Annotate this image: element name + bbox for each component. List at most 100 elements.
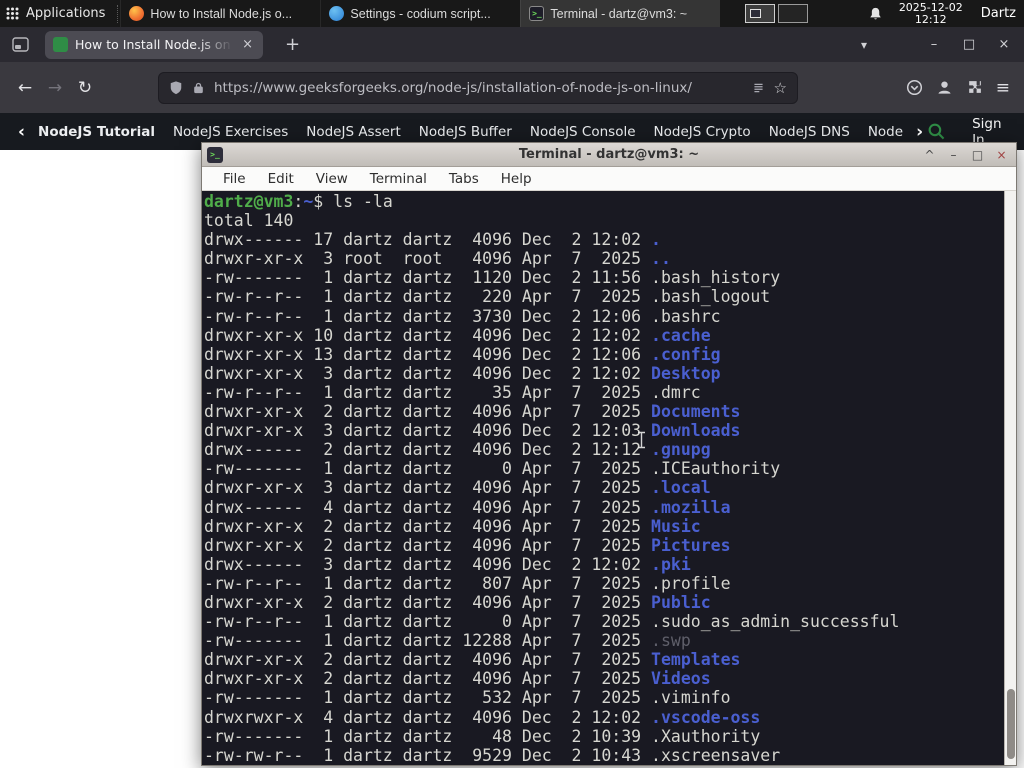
url-bar[interactable]: https://www.geeksforgeeks.org/node-js/in… — [158, 71, 798, 104]
terminal-line: drwxr-xr-x 2 dartz dartz 4096 Apr 7 2025… — [204, 669, 711, 689]
terminal-menubar: File Edit View Terminal Tabs Help — [202, 167, 1016, 191]
taskbar: Applications How to Install Node.js o...… — [0, 0, 1024, 27]
tab-nodejs-install[interactable]: How to Install Node.js on × — [45, 30, 263, 59]
nav-scroll-right-icon[interactable]: › — [912, 122, 927, 142]
desktop: Applications How to Install Node.js o...… — [0, 0, 1024, 768]
menu-help[interactable]: Help — [490, 171, 543, 187]
terminal-line: drwxr-xr-x 13 dartz dartz 4096 Dec 2 12:… — [204, 344, 721, 364]
terminal-icon: >_ — [529, 6, 545, 21]
workspace-switcher[interactable] — [744, 4, 808, 23]
tabbar-controls: ▾ – □ × — [861, 37, 1024, 52]
gfg-nav-item[interactable]: NodeJS Assert — [306, 124, 401, 140]
taskbar-window-browser[interactable]: How to Install Node.js o... — [120, 0, 320, 27]
user-menu[interactable]: Dartz — [981, 6, 1024, 21]
terminal-line: -rw-r--r-- 1 dartz dartz 35 Apr 7 2025 .… — [204, 382, 701, 402]
workspace-1[interactable] — [744, 4, 775, 23]
terminal-body: dartz@vm3:~$ ls -la total 140 drwx------ 1… — [202, 191, 1016, 765]
terminal-line: drwxr-xr-x 10 dartz dartz 4096 Dec 2 12:… — [204, 325, 711, 345]
terminal-scrollbar-thumb[interactable] — [1007, 689, 1015, 759]
terminal-line: drwxr-xr-x 2 dartz dartz 4096 Apr 7 2025… — [204, 592, 711, 612]
terminal-line: drwx------ 4 dartz dartz 4096 Apr 7 2025… — [204, 497, 731, 517]
terminal-line: -rw------- 1 dartz dartz 12288 Apr 7 202… — [204, 631, 691, 651]
nav-scroll-left-icon[interactable]: ‹ — [14, 122, 29, 142]
window-close-button[interactable]: × — [992, 37, 1016, 52]
account-icon[interactable] — [936, 79, 953, 96]
taskbar-window-terminal[interactable]: >_ Terminal - dartz@vm3: ~ — [520, 0, 721, 27]
back-button[interactable]: ← — [10, 78, 40, 98]
gfg-nav-item[interactable]: NodeJS Exercises — [173, 124, 288, 140]
new-tab-button[interactable]: + — [279, 34, 306, 55]
mini-window — [749, 9, 761, 18]
terminal-line: -rw-r--r-- 1 dartz dartz 807 Apr 7 2025 … — [204, 573, 731, 593]
task-label: Terminal - dartz@vm3: ~ — [550, 6, 688, 21]
menu-file[interactable]: File — [212, 171, 257, 187]
menu-edit[interactable]: Edit — [257, 171, 305, 187]
save-to-pocket-icon[interactable] — [906, 79, 923, 96]
terminal-maximize-button[interactable]: □ — [970, 148, 985, 162]
reader-mode-icon[interactable] — [752, 81, 765, 95]
terminal-minimize-button[interactable]: – — [946, 148, 961, 162]
applications-menu[interactable]: Applications — [0, 0, 115, 27]
codium-icon — [329, 6, 345, 21]
terminal-window-controls: ^ – □ × — [922, 148, 1016, 162]
gfg-nav-item[interactable]: NodeJS Buffer — [419, 124, 512, 140]
workspace-2[interactable] — [777, 4, 808, 23]
menu-tabs[interactable]: Tabs — [438, 171, 490, 187]
task-label: Settings - codium script... — [350, 6, 491, 21]
terminal-line: -rw------- 1 dartz dartz 532 Apr 7 2025 … — [204, 688, 731, 708]
terminal-line: -rw-r--r-- 1 dartz dartz 220 Apr 7 2025 … — [204, 287, 771, 307]
url-text[interactable]: https://www.geeksforgeeks.org/node-js/in… — [214, 80, 743, 96]
gfg-nav-item[interactable]: NodeJS Crypto — [654, 124, 751, 140]
shade-button[interactable]: ^ — [922, 148, 937, 162]
list-all-tabs-icon[interactable]: ▾ — [861, 38, 867, 52]
applications-label: Applications — [26, 6, 106, 21]
terminal-line: drwx------ 17 dartz dartz 4096 Dec 2 12:… — [204, 230, 661, 250]
firefox-view-icon[interactable] — [12, 37, 29, 52]
reload-button[interactable]: ↻ — [70, 78, 100, 98]
text-cursor-pointer — [636, 431, 647, 453]
notifications-icon[interactable] — [868, 6, 883, 22]
browser-toolbar: ← → ↻ https://www.geeksforgeeks.org/node… — [0, 62, 1024, 113]
gfg-nav-item[interactable]: NodeJS Console — [530, 124, 636, 140]
terminal-line: -rw-r--r-- 1 dartz dartz 0 Apr 7 2025 .s… — [204, 612, 900, 632]
applications-icon — [6, 7, 19, 20]
bookmark-star-icon[interactable]: ☆ — [774, 79, 787, 97]
extensions-icon[interactable] — [966, 79, 983, 96]
terminal-titlebar[interactable]: >_ Terminal - dartz@vm3: ~ ^ – □ × — [202, 143, 1016, 167]
menu-view[interactable]: View — [305, 171, 359, 187]
toolbar-right-icons: ≡ — [906, 78, 1024, 98]
terminal-line: drwxr-xr-x 2 dartz dartz 4096 Apr 7 2025… — [204, 516, 701, 536]
task-label: How to Install Node.js o... — [150, 6, 293, 21]
terminal-line: drwxrwxr-x 4 dartz dartz 4096 Dec 2 12:0… — [204, 707, 761, 727]
terminal-line: -rw------- 1 dartz dartz 1120 Dec 2 11:5… — [204, 268, 781, 288]
tab-favicon-gfg — [53, 37, 68, 52]
terminal-line: drwxr-xr-x 2 dartz dartz 4096 Apr 7 2025… — [204, 650, 741, 670]
clock-date: 2025-12-02 — [898, 0, 963, 14]
gfg-nav-item-tutorial[interactable]: NodeJS Tutorial — [38, 124, 155, 140]
terminal-line: total 140 — [204, 211, 294, 231]
terminal-output[interactable]: dartz@vm3:~$ ls -la total 140 drwx------ 1… — [202, 191, 1004, 765]
search-icon[interactable] — [927, 122, 946, 141]
terminal-close-button[interactable]: × — [994, 148, 1009, 162]
menu-terminal[interactable]: Terminal — [359, 171, 438, 187]
taskbar-window-settings[interactable]: Settings - codium script... — [320, 0, 520, 27]
tracking-protection-shield-icon[interactable] — [169, 80, 183, 95]
terminal-line: -rw-rw-r-- 1 dartz dartz 9529 Dec 2 10:4… — [204, 745, 781, 765]
tab-bar: How to Install Node.js on × + ▾ – □ × — [0, 27, 1024, 62]
clock[interactable]: 2025-12-02 12:12 — [898, 0, 963, 26]
gfg-nav-item[interactable]: NodeJS DNS — [769, 124, 850, 140]
tab-close-icon[interactable]: × — [240, 37, 255, 52]
hamburger-menu-icon[interactable]: ≡ — [996, 78, 1010, 98]
terminal-line: -rw-r--r-- 1 dartz dartz 3730 Dec 2 12:0… — [204, 306, 721, 326]
window-minimize-button[interactable]: – — [922, 37, 946, 52]
window-maximize-button[interactable]: □ — [957, 37, 981, 52]
terminal-scrollbar[interactable] — [1004, 191, 1016, 765]
terminal-title: Terminal - dartz@vm3: ~ — [518, 147, 700, 162]
terminal-line: dartz@vm3:~$ ls -la — [204, 192, 393, 211]
terminal-line: -rw------- 1 dartz dartz 48 Dec 2 10:39 … — [204, 726, 761, 746]
forward-button[interactable]: → — [40, 78, 70, 98]
terminal-line: -rw------- 1 dartz dartz 0 Apr 7 2025 .I… — [204, 459, 781, 479]
lock-icon[interactable] — [192, 81, 205, 95]
gfg-nav-item[interactable]: Node — [868, 124, 903, 140]
terminal-line: drwx------ 3 dartz dartz 4096 Dec 2 12:0… — [204, 554, 691, 574]
